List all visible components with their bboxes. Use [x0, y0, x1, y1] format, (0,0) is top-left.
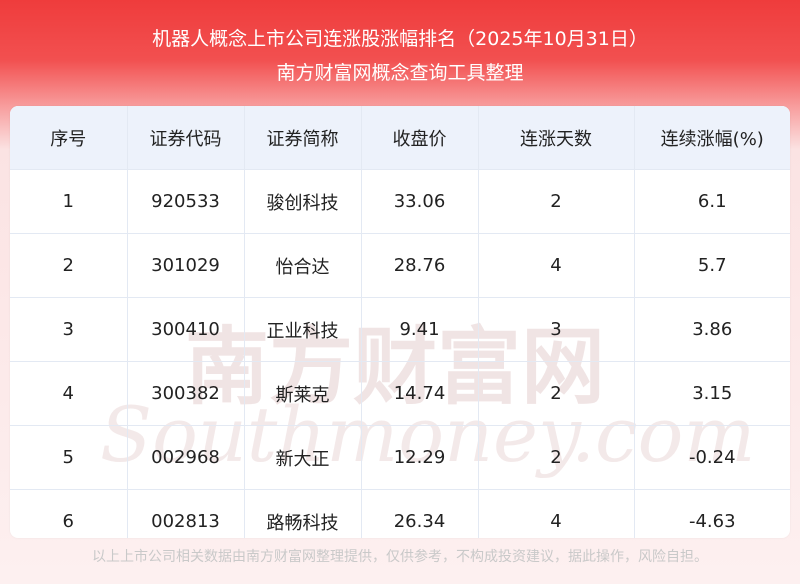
cell-rank: 4	[10, 361, 128, 426]
cell-close: 9.41	[361, 297, 479, 362]
ranking-table-card: 南方财富网 Southmoney.com 序号 证券代码 证券简称 收盘价 连涨…	[10, 106, 790, 538]
cell-rank: 5	[10, 425, 128, 490]
cell-name: 新大正	[244, 425, 362, 490]
cell-close: 14.74	[361, 361, 479, 426]
cell-gain: 3.15	[634, 361, 790, 426]
cell-code: 002813	[127, 489, 245, 538]
cell-rank: 6	[10, 489, 128, 538]
table-row: 2 301029 怡合达 28.76 4 5.7	[10, 233, 790, 298]
page-subtitle: 南方财富网概念查询工具整理	[276, 62, 524, 84]
cell-name: 正业科技	[244, 297, 362, 362]
column-header-rank: 序号	[10, 106, 128, 170]
ranking-table: 序号 证券代码 证券简称 收盘价 连涨天数 连续涨幅(%) 1 920533 骏…	[10, 106, 790, 538]
cell-gain: 5.7	[634, 233, 790, 298]
cell-gain: -4.63	[634, 489, 790, 538]
cell-days: 3	[478, 297, 635, 362]
cell-name: 路畅科技	[244, 489, 362, 538]
table-row: 3 300410 正业科技 9.41 3 3.86	[10, 297, 790, 362]
table-row: 4 300382 斯莱克 14.74 2 3.15	[10, 361, 790, 426]
table-row: 1 920533 骏创科技 33.06 2 6.1	[10, 169, 790, 234]
cell-name: 骏创科技	[244, 169, 362, 234]
cell-code: 920533	[127, 169, 245, 234]
cell-name: 怡合达	[244, 233, 362, 298]
cell-days: 4	[478, 489, 635, 538]
table-row: 5 002968 新大正 12.29 2 -0.24	[10, 425, 790, 490]
column-header-code: 证券代码	[127, 106, 245, 170]
column-header-days: 连涨天数	[478, 106, 635, 170]
cell-days: 2	[478, 425, 635, 490]
cell-close: 26.34	[361, 489, 479, 538]
cell-close: 12.29	[361, 425, 479, 490]
column-header-name: 证券简称	[244, 106, 362, 170]
cell-code: 300382	[127, 361, 245, 426]
table-header-row: 序号 证券代码 证券简称 收盘价 连涨天数 连续涨幅(%)	[10, 106, 790, 170]
cell-rank: 2	[10, 233, 128, 298]
cell-gain: -0.24	[634, 425, 790, 490]
column-header-close: 收盘价	[361, 106, 479, 170]
cell-close: 28.76	[361, 233, 479, 298]
page-title: 机器人概念上市公司连涨股涨幅排名（2025年10月31日）	[152, 28, 648, 50]
cell-name: 斯莱克	[244, 361, 362, 426]
cell-code: 301029	[127, 233, 245, 298]
cell-days: 2	[478, 361, 635, 426]
cell-gain: 3.86	[634, 297, 790, 362]
cell-close: 33.06	[361, 169, 479, 234]
cell-code: 002968	[127, 425, 245, 490]
cell-days: 4	[478, 233, 635, 298]
cell-gain: 6.1	[634, 169, 790, 234]
cell-code: 300410	[127, 297, 245, 362]
cell-rank: 3	[10, 297, 128, 362]
disclaimer-text: 以上上市公司相关数据由南方财富网整理提供，仅供参考，不构成投资建议，据此操作，风…	[92, 549, 708, 565]
cell-rank: 1	[10, 169, 128, 234]
column-header-gain: 连续涨幅(%)	[634, 106, 790, 170]
table-row: 6 002813 路畅科技 26.34 4 -4.63	[10, 489, 790, 538]
cell-days: 2	[478, 169, 635, 234]
